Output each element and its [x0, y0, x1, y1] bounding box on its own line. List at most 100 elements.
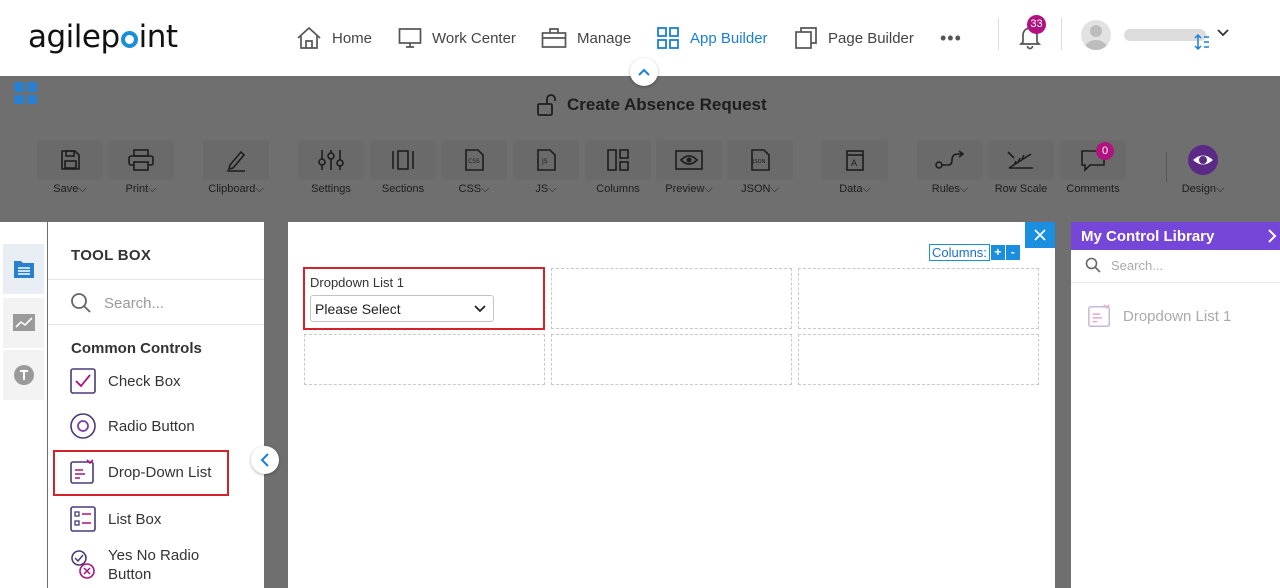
control-library-panel: My Control Library Search... Dropdown Li…: [1071, 222, 1280, 588]
toolbar-label: Columns: [596, 183, 640, 195]
chevron-down-icon: ⌵: [481, 183, 490, 195]
form-cell-empty[interactable]: [551, 268, 792, 329]
form-cell-empty[interactable]: [798, 334, 1039, 385]
form-cell-empty[interactable]: [551, 334, 792, 385]
toolbar-label: Print: [125, 183, 149, 195]
app-grid-icon: [657, 27, 679, 49]
sliders-icon: [318, 150, 344, 170]
form-list-icon: [13, 261, 34, 278]
chevron-down-icon: ⌵: [78, 183, 87, 195]
toolbox-search-input[interactable]: Search...: [70, 292, 164, 314]
columns-label: Columns:: [929, 244, 990, 261]
library-search-input[interactable]: Search...: [1085, 257, 1163, 273]
dropdown-select[interactable]: Please Select: [310, 295, 494, 322]
add-column-button[interactable]: +: [990, 245, 1005, 260]
monitor-icon: [398, 28, 422, 48]
nav-manage[interactable]: Manage: [541, 23, 631, 53]
toolbar-json-button[interactable]: JSON JSON⌵: [727, 140, 793, 200]
toolbar-design-button[interactable]: Design⌵: [1170, 140, 1236, 200]
sort-icon: [1194, 33, 1209, 51]
check-box-icon: [70, 368, 96, 394]
rules-icon: [935, 150, 965, 169]
nav-work-center[interactable]: Work Center: [398, 23, 516, 53]
avatar[interactable]: [1081, 20, 1111, 50]
toolbar-label: Comments: [1066, 183, 1120, 195]
comments-count-badge: 0: [1096, 142, 1114, 160]
apps-menu-icon[interactable]: [14, 82, 38, 104]
js-file-icon: JS: [537, 149, 556, 171]
unlock-icon: [537, 94, 556, 116]
toolbox-control-list-box[interactable]: List Box: [69, 505, 161, 533]
control-label: Check Box: [108, 372, 181, 390]
eye-icon: [675, 150, 703, 170]
chevron-down-icon: ⌵: [704, 183, 713, 195]
sort-button[interactable]: [1194, 33, 1210, 56]
radio-button-icon: [70, 413, 96, 439]
toolbox-control-yes-no-radio-button[interactable]: Yes No Radio Button: [69, 546, 218, 584]
toolbar-save-button[interactable]: Save⌵: [37, 140, 103, 200]
toolbox-search-placeholder: Search...: [104, 294, 165, 312]
chevron-right-icon[interactable]: [1267, 228, 1277, 244]
nav-page-builder-label: Page Builder: [828, 29, 914, 47]
toolbar-columns-button[interactable]: Columns: [585, 140, 651, 200]
save-icon: [61, 150, 80, 170]
form-cell-empty[interactable]: [304, 334, 545, 385]
chevron-down-icon: ⌵: [548, 183, 557, 195]
svg-text:JSON: JSON: [752, 159, 766, 165]
toolbox-control-check-box[interactable]: Check Box: [69, 367, 181, 395]
library-item[interactable]: Dropdown List 1: [1087, 302, 1231, 330]
library-header: My Control Library: [1071, 222, 1280, 250]
toolbar-comments-button[interactable]: Comments: [1060, 140, 1126, 200]
toolbar-label: Clipboard: [208, 183, 256, 195]
divider: [48, 324, 264, 325]
toolbar-print-button[interactable]: Print⌵: [108, 140, 174, 200]
user-silhouette-icon: [1085, 25, 1107, 50]
collapse-header-button[interactable]: [630, 58, 658, 86]
collapse-toolbox-button[interactable]: [251, 446, 279, 474]
nav-separator: [1061, 18, 1062, 50]
rail-theme-tab[interactable]: [3, 350, 44, 400]
toolbar-divider: [1166, 152, 1167, 182]
nav-work-center-label: Work Center: [432, 29, 516, 47]
nav-page-builder[interactable]: Page Builder: [794, 23, 914, 53]
nav-separator: [998, 18, 999, 50]
toolbar-settings-button[interactable]: Settings: [298, 140, 364, 200]
columns-icon: [607, 149, 629, 171]
row-scale-icon: [1007, 151, 1033, 169]
drop-down-list-highlight: [53, 450, 229, 496]
toolbar-label: Row Scale: [994, 183, 1048, 195]
toolbar-js-button[interactable]: JS JS⌵: [513, 140, 579, 200]
toolbar-preview-button[interactable]: Preview⌵: [656, 140, 722, 200]
dropdown-selected-value: Please Select: [315, 300, 401, 317]
toolbar-sections-button[interactable]: Sections: [370, 140, 436, 200]
divider: [1071, 282, 1280, 283]
toolbar-label: Settings: [311, 183, 351, 195]
dropdown-list-icon: [1088, 304, 1111, 327]
toolbar-label: Save: [53, 183, 79, 195]
rail-toolbox-tab[interactable]: [3, 244, 44, 294]
nav-app-builder[interactable]: App Builder: [656, 23, 768, 53]
chevron-down-icon: ⌵: [255, 183, 264, 195]
user-menu-button[interactable]: [1216, 26, 1230, 45]
toolbar-row-scale-button[interactable]: Row Scale: [988, 140, 1054, 200]
css-file-icon: CSS: [465, 149, 484, 171]
chart-image-icon: [12, 314, 35, 331]
remove-column-button[interactable]: -: [1005, 245, 1020, 260]
divider: [48, 279, 264, 280]
toolbox-control-radio-button[interactable]: Radio Button: [69, 412, 195, 440]
toolbar-css-button[interactable]: CSS CSS⌵: [441, 140, 507, 200]
nav-home[interactable]: Home: [296, 23, 372, 53]
design-eye-icon: [1188, 145, 1218, 175]
agilepoint-logo[interactable]: agilep int: [28, 19, 178, 55]
toolbar-data-button[interactable]: A Data⌵: [822, 140, 888, 200]
nav-more-menu[interactable]: •••: [940, 23, 962, 53]
library-search-placeholder: Search...: [1111, 257, 1164, 273]
toolbar-clipboard-button[interactable]: Clipboard⌵: [203, 140, 269, 200]
toolbar-label: Sections: [381, 183, 425, 195]
toolbar-label: Preview: [665, 183, 705, 195]
rail-analytics-tab[interactable]: [3, 298, 44, 348]
close-section-button[interactable]: [1025, 222, 1055, 248]
form-cell-empty[interactable]: [798, 268, 1039, 329]
toolbar-rules-button[interactable]: Rules⌵: [917, 140, 983, 200]
yes-no-radio-icon: [71, 550, 95, 579]
